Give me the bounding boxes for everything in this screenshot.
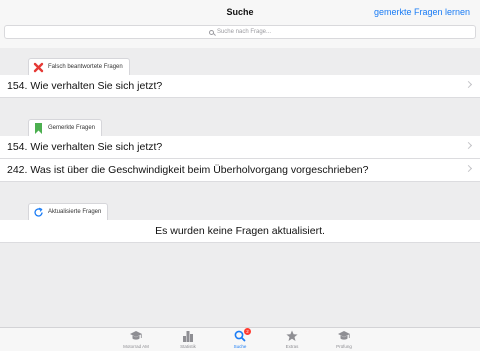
chevron-right-icon	[464, 141, 473, 150]
list-item[interactable]: 154. Wie verhalten Sie sich jetzt?	[0, 75, 480, 98]
question-text: 154. Wie verhalten Sie sich jetzt?	[7, 80, 163, 92]
question-text: 154. Wie verhalten Sie sich jetzt?	[7, 141, 163, 153]
tab-extras[interactable]: Extras	[266, 328, 318, 351]
tab-label: Statistik	[180, 344, 196, 349]
chevron-right-icon	[464, 164, 473, 173]
question-text: 242. Was ist über die Geschwindigkeit be…	[7, 164, 369, 176]
tab-motorrad[interactable]: Motorrad AM	[110, 328, 162, 351]
learn-bookmarked-button[interactable]: gemerkte Fragen lernen	[374, 7, 470, 17]
search-placeholder: Suche nach Frage...	[216, 29, 272, 35]
section-header-updated: Aktualisierte Fragen	[28, 203, 109, 220]
empty-message: Es wurden keine Fragen aktualisiert.	[0, 220, 480, 243]
red-x-icon	[33, 62, 44, 72]
section-header-bookmarked: Gemerkte Fragen	[28, 119, 103, 136]
list-item[interactable]: 242. Was ist über die Geschwindigkeit be…	[0, 159, 480, 182]
section-title: Aktualisierte Fragen	[48, 209, 102, 215]
bar-chart-icon	[183, 331, 193, 342]
search-input[interactable]: Suche nach Frage...	[4, 25, 476, 39]
refresh-icon	[34, 207, 43, 217]
tab-label: Motorrad AM	[123, 344, 149, 349]
list-item[interactable]: 154. Wie verhalten Sie sich jetzt?	[0, 136, 480, 159]
star-icon	[286, 330, 298, 341]
tab-suche[interactable]: 2 Suche	[214, 328, 266, 351]
tab-label: Suche	[233, 344, 247, 349]
chevron-right-icon	[464, 80, 473, 89]
tab-label: Prüfung	[336, 344, 352, 349]
navigation-bar: Suche gemerkte Fragen lernen Suche nach …	[0, 0, 480, 48]
tab-statistik[interactable]: Statistik	[162, 328, 214, 351]
search-icon	[208, 29, 214, 35]
notification-badge: 2	[244, 328, 251, 335]
tab-label: Extras	[285, 344, 299, 349]
mortarboard-icon	[338, 331, 350, 340]
empty-message-text: Es wurden keine Fragen aktualisiert.	[155, 225, 325, 237]
section-title: Falsch beantwortete Fragen	[48, 64, 123, 70]
section-header-wrong: Falsch beantwortete Fragen	[28, 58, 130, 75]
tab-bar: Motorrad AM Statistik 2 Suche Extras Prü…	[0, 327, 480, 351]
mortarboard-icon	[130, 331, 142, 340]
section-title: Gemerkte Fragen	[48, 125, 96, 131]
tab-pruefung[interactable]: Prüfung	[318, 328, 370, 351]
bookmark-icon	[35, 122, 42, 134]
